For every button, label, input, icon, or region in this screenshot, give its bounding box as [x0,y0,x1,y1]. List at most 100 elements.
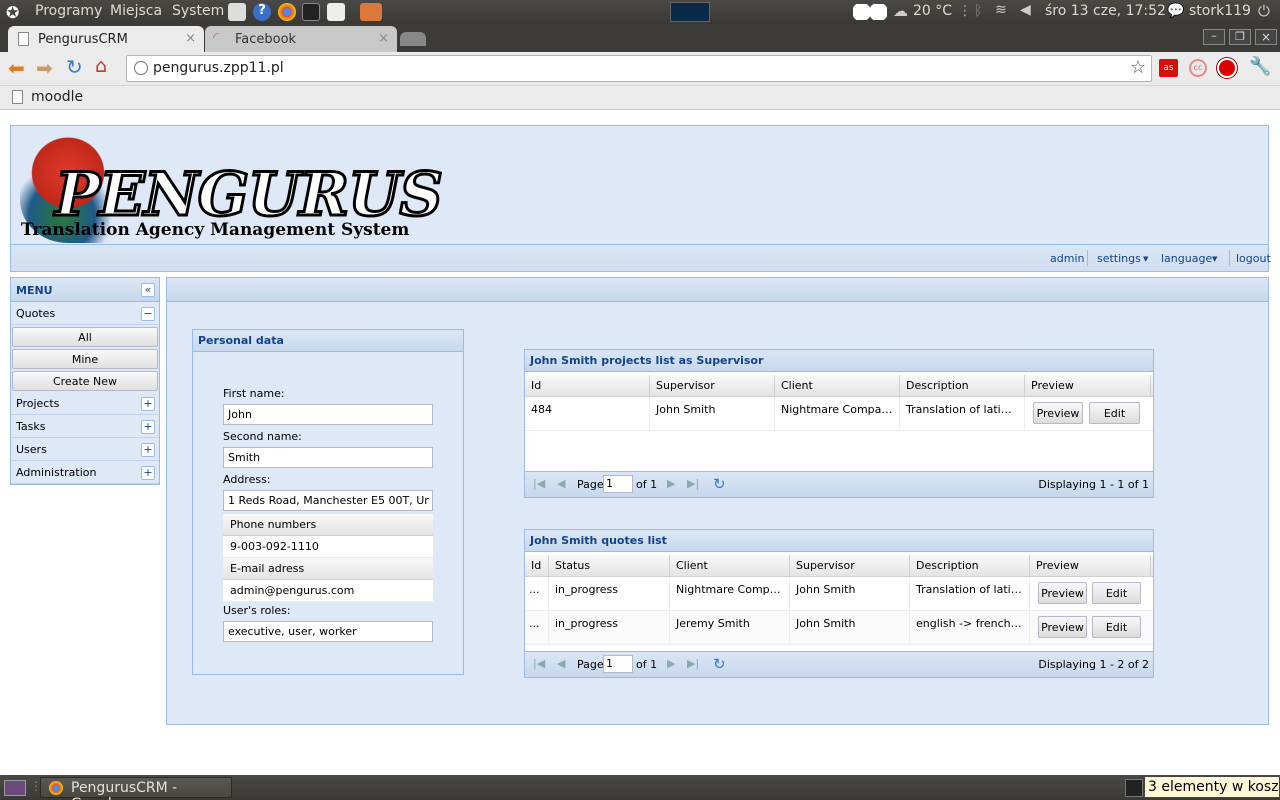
column-header-client[interactable]: Client [670,555,790,577]
chat-icon[interactable]: 💬 [1167,3,1184,19]
show-desktop-icon[interactable] [4,780,26,796]
next-page-icon[interactable]: ▶ [667,477,675,490]
refresh-icon[interactable]: ↻ [713,475,726,493]
close-window-icon[interactable]: × [1255,29,1277,45]
last-page-icon[interactable]: ▶| [687,657,699,670]
folder-icon[interactable] [360,3,382,21]
table-row[interactable]: 484 John Smith Nightmare Company Transla… [525,397,1153,431]
last-page-icon[interactable]: ▶| [687,477,699,490]
expand-projects-icon[interactable]: + [141,397,155,411]
text-editor-icon[interactable] [228,3,246,21]
extension-lastfm-icon[interactable]: as [1159,59,1178,77]
roles-field[interactable]: executive, user, worker [223,621,433,642]
table-row[interactable]: ... in_progress Jeremy Smith John Smith … [525,611,1153,645]
edit-button[interactable]: Edit [1089,402,1140,424]
tab-facebook[interactable]: ◜ Facebook × [205,26,397,52]
close-tab-icon[interactable]: × [378,31,389,46]
bluetooth-icon[interactable]: ᛒ [974,3,982,19]
first-page-icon[interactable]: |◀ [533,657,545,670]
restore-icon[interactable]: ❐ [1229,29,1251,45]
help-icon[interactable]: ? [253,3,271,21]
close-tab-icon[interactable]: × [185,31,196,46]
sidebar-item-tasks[interactable]: Tasks [11,416,159,438]
ubuntu-logo-icon[interactable]: ✪ [6,3,19,22]
tab-penguruscrm[interactable]: PengurusCRM × [8,26,204,52]
language-menu[interactable]: language [1161,252,1212,265]
column-header-status[interactable]: Status [549,555,670,577]
first-page-icon[interactable]: |◀ [533,477,545,490]
column-header-supervisor[interactable]: Supervisor [790,555,910,577]
preview-button[interactable]: Preview [1038,616,1087,638]
notes-icon[interactable] [327,3,345,21]
sidebar-item-administration[interactable]: Administration [11,462,159,484]
terminal-icon[interactable] [302,3,320,21]
chrome-icon[interactable] [278,3,296,21]
temperature[interactable]: 20 °C [913,3,952,19]
settings-menu[interactable]: settings [1097,252,1141,265]
collapse-quotes-icon[interactable]: − [141,307,155,321]
trash-icon[interactable] [1125,779,1143,797]
minimize-icon[interactable]: – [1203,29,1225,45]
bookmark-moodle[interactable]: moodle [31,89,83,105]
wrench-icon[interactable]: 🔧 [1249,56,1271,77]
taskbar-window-penguruscrm[interactable]: PengurusCRM - Googl... [40,777,232,800]
page-label: Page [577,478,604,491]
column-header-supervisor[interactable]: Supervisor [650,375,775,397]
page-number-input[interactable]: 1 [603,475,633,493]
expand-users-icon[interactable]: + [141,443,155,457]
column-header-id[interactable]: Id [525,555,549,577]
first-name-field[interactable]: John [223,404,433,425]
page-number-input[interactable]: 1 [603,655,633,673]
collapse-menu-icon[interactable]: « [141,283,155,297]
reload-icon[interactable]: ↻ [66,55,83,79]
next-page-icon[interactable]: ▶ [667,657,675,670]
column-header-preview[interactable]: Preview [1030,555,1151,577]
expand-tasks-icon[interactable]: + [141,420,155,434]
edit-button[interactable]: Edit [1092,616,1141,638]
quotes-mine-button[interactable]: Mine [12,349,158,369]
prev-page-icon[interactable]: ◀ [557,657,565,670]
preview-button[interactable]: Preview [1033,402,1083,424]
menu-miejsca[interactable]: Miejsca [110,3,162,19]
table-row[interactable]: ... in_progress Nightmare Company John S… [525,577,1153,611]
url-text[interactable]: pengurus.zpp11.pl [153,60,284,76]
menu-system[interactable]: System [172,3,224,19]
admin-link[interactable]: admin [1050,252,1084,265]
column-header-preview[interactable]: Preview [1025,375,1151,397]
refresh-icon[interactable]: ↻ [713,655,726,673]
preview-button[interactable]: Preview [1038,582,1087,604]
weather-icon[interactable]: ☁ [893,2,908,20]
extension-cc-icon[interactable]: cc [1189,59,1207,77]
sidebar-item-quotes[interactable]: Quotes [11,303,159,325]
menu-programy[interactable]: Programy [35,3,102,19]
logout-link[interactable]: logout [1236,252,1271,265]
column-header-client[interactable]: Client [775,375,900,397]
sidebar-item-users[interactable]: Users [11,439,159,461]
bookmark-star-icon[interactable]: ☆ [1130,57,1146,78]
sidebar-item-projects[interactable]: Projects [11,393,159,415]
quotes-create-new-button[interactable]: Create New [12,371,158,391]
expand-administration-icon[interactable]: + [141,466,155,480]
back-icon[interactable]: ⬅ [8,56,25,80]
prev-page-icon[interactable]: ◀ [557,477,565,490]
address-field[interactable]: 1 Reds Road, Manchester E5 00T, Ur [223,490,433,511]
edit-button[interactable]: Edit [1092,582,1141,604]
system-monitor-icon[interactable] [670,2,710,22]
quotes-all-button[interactable]: All [12,327,158,347]
home-icon[interactable]: ⌂ [95,55,107,77]
column-header-description[interactable]: Description [910,555,1030,577]
clock[interactable]: śro 13 cze, 17:52 [1045,3,1166,19]
address-bar[interactable]: pengurus.zpp11.pl ☆ [126,55,1152,82]
cell-status: in_progress [549,577,670,611]
second-name-field[interactable]: Smith [223,447,433,468]
forward-icon[interactable]: ➡ [36,56,53,80]
second-name-label: Second name: [223,430,302,443]
adblock-icon[interactable] [1217,58,1237,78]
power-icon[interactable]: ⏻ [1258,2,1270,20]
column-header-id[interactable]: Id [525,375,650,397]
username[interactable]: stork119 [1189,3,1251,19]
volume-icon[interactable]: ◀ [1020,2,1031,18]
wifi-icon[interactable]: ≋ [995,2,1007,18]
new-tab-button[interactable] [400,32,426,46]
column-header-description[interactable]: Description [900,375,1025,397]
